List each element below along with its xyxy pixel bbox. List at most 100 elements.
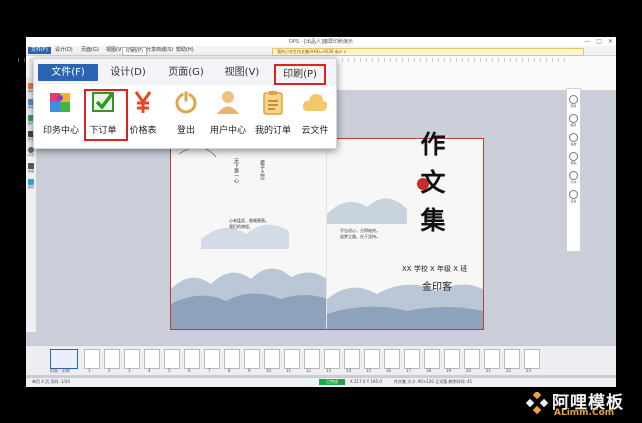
thumbnail[interactable] [384, 349, 400, 369]
right-panel: 预览 翻页 缩放 帮助 分享 设置 [566, 88, 581, 252]
menu-page[interactable]: 页面(G) [78, 47, 102, 54]
menu-file[interactable]: 文件(F) [28, 47, 51, 54]
thumbnail-label: 19 [446, 368, 452, 373]
minimize-button[interactable]: — [584, 38, 590, 45]
thumbnail[interactable] [50, 349, 78, 369]
thumbnail-label: 12 [306, 368, 312, 373]
my-orders-button[interactable]: 我的订单 [251, 89, 295, 141]
document-tab[interactable]: 我的小学生作文集(9X9)=9526.dps × [272, 48, 584, 56]
thumbnail[interactable] [364, 349, 380, 369]
thumbnail-label: 11 [286, 368, 292, 373]
thumbnail[interactable] [464, 349, 480, 369]
yen-icon [134, 91, 152, 113]
tab-page[interactable]: 页面(G) [160, 64, 212, 81]
maximize-button[interactable]: □ [596, 38, 602, 45]
thumbnail-label: 8 [228, 368, 231, 373]
thumbnail[interactable] [304, 349, 320, 369]
thumbnail[interactable] [284, 349, 300, 369]
print-center-label: 印务中心 [42, 126, 79, 136]
thumbnail-label: 21 [486, 368, 492, 373]
thumbnail[interactable] [204, 349, 220, 369]
thumbnail-label: 3 [128, 368, 131, 373]
thumbnail-label: 封面 - 封底 [50, 368, 70, 373]
right-label: 设置 [570, 199, 577, 203]
poem-line: 君子之交 [259, 160, 265, 180]
thumbnail[interactable] [504, 349, 520, 369]
left-tool-label: 图层 [27, 185, 34, 189]
watermark: 阿哩模板 ALimm.Com [520, 386, 642, 423]
thumbnail[interactable] [444, 349, 460, 369]
thumbnail-label: 18 [426, 368, 432, 373]
tab-file[interactable]: 文件(F) [38, 64, 98, 81]
clipboard-icon [263, 91, 283, 115]
cover-title: 作文集 [420, 130, 446, 235]
mountain-art-left [171, 146, 327, 329]
right-label: 翻页 [570, 123, 577, 127]
thumbnail[interactable] [424, 349, 440, 369]
thumbnail[interactable] [84, 349, 100, 369]
thumbnail-label: 5 [168, 368, 171, 373]
school-line: XX 学校 X 年级 X 班 [402, 265, 468, 273]
user-center-label: 用户中心 [209, 126, 246, 136]
menu-share[interactable]: 分享商城(S) [143, 47, 176, 54]
thumbnail[interactable] [164, 349, 180, 369]
thumbnail-label: 9 [248, 368, 251, 373]
menu-help[interactable]: 帮助(H) [173, 47, 197, 54]
preview-icon[interactable] [569, 95, 578, 104]
cloud-icon [302, 94, 328, 111]
puzzle-icon [50, 93, 70, 112]
right-text: 追梦之路，在于坚持。 [340, 234, 380, 239]
thumbnail[interactable] [144, 349, 160, 369]
thumbnail-label: 4 [148, 368, 151, 373]
logout-button[interactable]: 登出 [168, 89, 204, 141]
thumbnail[interactable] [264, 349, 280, 369]
zoom-icon[interactable] [569, 133, 578, 142]
ribbon-zoom-popup: 文件(F) 设计(D) 页面(G) 视图(V) 印刷(P) 印务中心 下订单 价… [33, 58, 337, 149]
popup-tabs: 文件(F) 设计(D) 页面(G) 视图(V) 印刷(P) [34, 59, 336, 85]
window-controls: — □ ✕ [584, 38, 613, 45]
thumbnail-strip: 封面 - 封底 1 2 3 4 5 6 7 8 9 10 11 12 13 14… [26, 345, 616, 375]
thumbnail[interactable] [184, 349, 200, 369]
cloud-files-button[interactable]: 云文件 [296, 89, 334, 141]
thumbnail[interactable] [244, 349, 260, 369]
thumbnail[interactable] [124, 349, 140, 369]
brand-text: 金印客 [422, 282, 452, 293]
help-icon[interactable] [569, 152, 578, 161]
tab-print[interactable]: 印刷(P) [274, 64, 326, 85]
tab-design[interactable]: 设计(D) [102, 64, 154, 81]
flip-icon[interactable] [569, 114, 578, 123]
tab-view[interactable]: 视图(V) [216, 64, 268, 81]
thumbnail-label: 6 [188, 368, 191, 373]
thumbnail-label: 2 [108, 368, 111, 373]
power-icon [175, 90, 197, 114]
thumbnail-label: 17 [406, 368, 412, 373]
thumbnail[interactable] [324, 349, 340, 369]
title-bar: DPS - [出品人]魔屏印刷演示 — □ ✕ [26, 37, 616, 46]
window-title: DPS - [出品人]魔屏印刷演示 [289, 39, 353, 45]
settings-icon[interactable] [569, 190, 578, 199]
close-button[interactable]: ✕ [608, 38, 613, 45]
thumbnail[interactable] [404, 349, 420, 369]
watermark-logo-icon [526, 392, 548, 414]
price-list-button[interactable]: 价格表 [125, 89, 161, 141]
cloud-files-label: 云文件 [301, 126, 329, 136]
left-tool-label: 收藏 [27, 169, 34, 173]
thumbnail[interactable] [104, 349, 120, 369]
thumbnail-label: 20 [466, 368, 472, 373]
thumbnail[interactable] [524, 349, 540, 369]
watermark-url: ALimm.Com [554, 408, 615, 418]
thumbnail[interactable] [484, 349, 500, 369]
share-icon[interactable] [569, 171, 578, 180]
menu-design[interactable]: 设计(D) [52, 47, 76, 54]
user-center-button[interactable]: 用户中心 [206, 89, 250, 141]
right-label: 帮助 [570, 161, 577, 165]
right-label: 预览 [570, 104, 577, 108]
thumbnail[interactable] [344, 349, 360, 369]
logout-label: 登出 [176, 126, 195, 136]
thumbnail[interactable] [224, 349, 240, 369]
left-text: 我们的旅程。 [229, 224, 253, 229]
print-center-button[interactable]: 印务中心 [41, 89, 81, 141]
status-right: 作文集 大小: 90×120 正式版 剩余时间: 41 [394, 379, 473, 384]
thumbnail-label: 14 [346, 368, 352, 373]
thumbnail-label: 10 [266, 368, 272, 373]
